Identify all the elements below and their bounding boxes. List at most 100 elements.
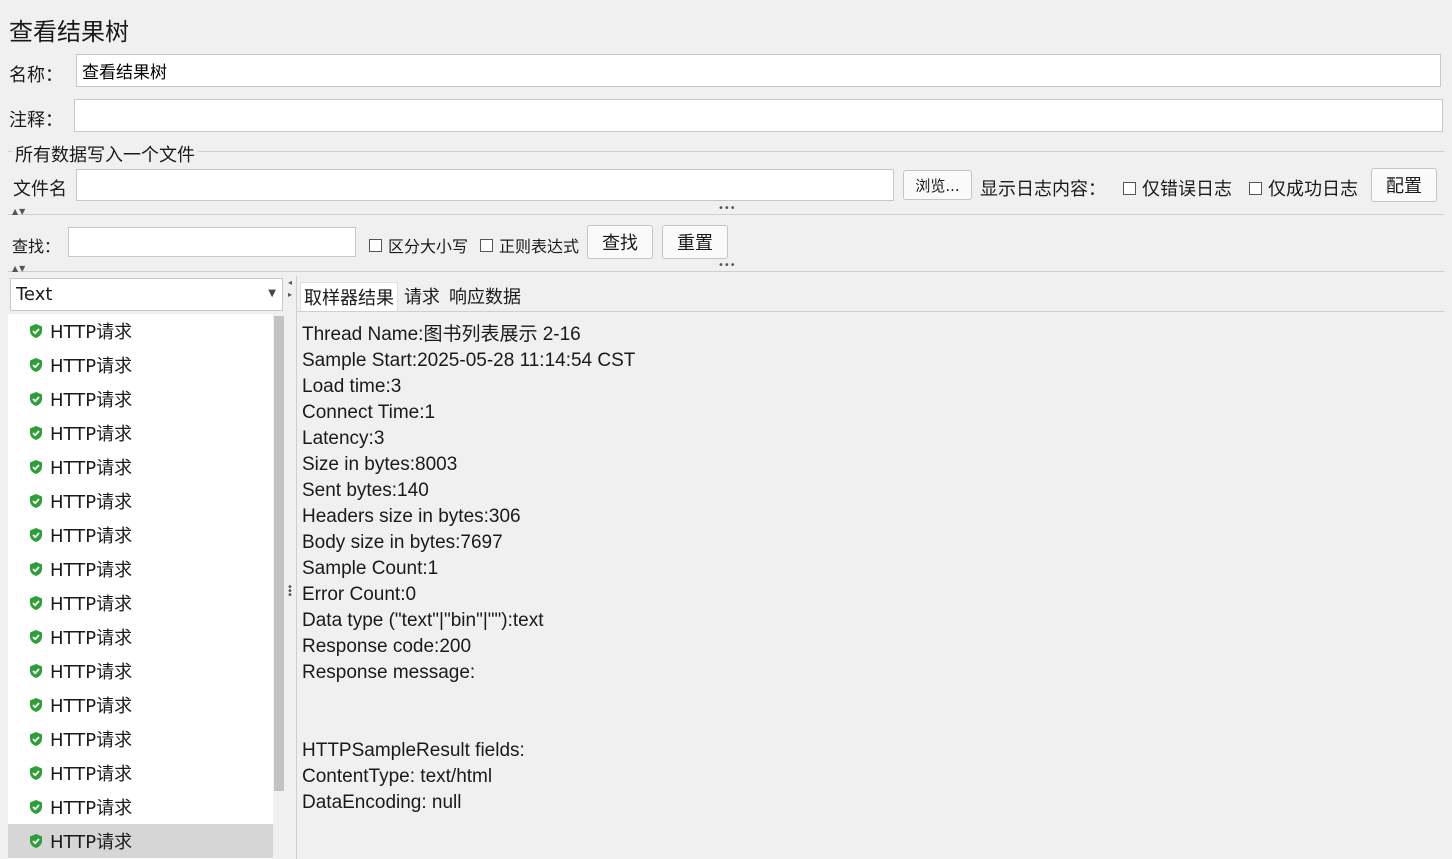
tree-item[interactable]: HTTP请求 xyxy=(8,416,273,450)
tree-item-label: HTTP请求 xyxy=(50,832,133,853)
errors-only-checkbox[interactable]: 仅错误日志 xyxy=(1123,175,1232,201)
tree-item[interactable]: HTTP请求 xyxy=(8,314,273,348)
page-title: 查看结果树 xyxy=(9,18,129,46)
green-shield-check-icon xyxy=(30,732,42,746)
splitter-grip-icon[interactable]: ••• xyxy=(287,583,293,601)
tree-item-label: HTTP请求 xyxy=(50,798,133,819)
tree-item[interactable]: HTTP请求 xyxy=(8,756,273,790)
splitter-middle[interactable]: ▲▼ ••• xyxy=(8,260,1444,275)
tree-item-label: HTTP请求 xyxy=(50,730,133,751)
result-line: Connect Time:1 xyxy=(302,402,436,423)
result-line: Sample Start:2025-05-28 11:14:54 CST xyxy=(302,350,636,371)
green-shield-check-icon xyxy=(30,528,42,542)
tree-item[interactable]: HTTP请求 xyxy=(8,824,273,858)
splitter-line xyxy=(8,271,1444,272)
log-content-label: 显示日志内容： xyxy=(980,179,1106,200)
tree-item-label: HTTP请求 xyxy=(50,356,133,377)
checkbox-box[interactable] xyxy=(480,238,493,252)
tree-item[interactable]: HTTP请求 xyxy=(8,518,273,552)
comment-label: 注释： xyxy=(9,110,63,131)
result-line: Error Count:0 xyxy=(302,584,417,605)
reset-button[interactable]: 重置 xyxy=(662,225,728,259)
green-shield-check-icon xyxy=(30,494,42,508)
tree-item[interactable]: HTTP请求 xyxy=(8,722,273,756)
renderer-selected-value: Text xyxy=(16,284,53,305)
comment-input[interactable] xyxy=(74,99,1443,132)
tree-item-label: HTTP请求 xyxy=(50,628,133,649)
tree-scrollbar[interactable] xyxy=(273,314,286,859)
tree-item-label: HTTP请求 xyxy=(50,560,133,581)
splitter-grip-icon[interactable]: ••• xyxy=(718,203,736,214)
green-shield-check-icon xyxy=(30,834,42,848)
splitter-grip-icon[interactable]: ••• xyxy=(718,260,736,271)
chevron-down-icon[interactable]: ▼ xyxy=(268,288,276,299)
config-button[interactable]: 配置 xyxy=(1371,168,1437,202)
regex-checkbox[interactable]: 正则表达式 xyxy=(480,233,579,257)
collapse-left-icon[interactable]: ◂ xyxy=(288,278,292,287)
file-section-title: 所有数据写入一个文件 xyxy=(12,141,198,167)
browse-button[interactable]: 浏览... xyxy=(903,170,972,200)
filename-label: 文件名 xyxy=(13,179,67,200)
expand-right-icon[interactable]: ▸ xyxy=(288,290,292,299)
tab-2[interactable]: 响应数据 xyxy=(446,282,524,311)
tree-item[interactable]: HTTP请求 xyxy=(8,790,273,824)
search-input[interactable] xyxy=(68,227,356,257)
renderer-select[interactable]: Text ▼ xyxy=(10,278,283,311)
tree-item[interactable]: HTTP请求 xyxy=(8,552,273,586)
search-label: 查找： xyxy=(12,237,61,256)
tree-item-label: HTTP请求 xyxy=(50,390,133,411)
green-shield-check-icon xyxy=(30,358,42,372)
find-button[interactable]: 查找 xyxy=(587,225,653,259)
tree-item[interactable]: HTTP请求 xyxy=(8,620,273,654)
result-line xyxy=(302,712,635,738)
filename-input[interactable] xyxy=(76,169,894,201)
splitter-top[interactable]: ▲▼ ••• xyxy=(8,203,1444,218)
scrollbar-thumb[interactable] xyxy=(274,316,284,791)
tab-0[interactable]: 取样器结果 xyxy=(300,282,398,311)
green-shield-check-icon xyxy=(30,392,42,406)
green-shield-check-icon xyxy=(30,698,42,712)
success-only-label: 仅成功日志 xyxy=(1268,179,1358,200)
result-line: Sample Count:1 xyxy=(302,558,439,579)
tree-item[interactable]: HTTP请求 xyxy=(8,654,273,688)
tree-item[interactable]: HTTP请求 xyxy=(8,688,273,722)
tree-item[interactable]: HTTP请求 xyxy=(8,382,273,416)
result-line: Thread Name:图书列表展示 2-16 xyxy=(302,324,581,345)
sampler-result-text: Thread Name:图书列表展示 2-16 Sample Start:2025… xyxy=(302,322,635,816)
result-line: Headers size in bytes:306 xyxy=(302,506,521,527)
green-shield-check-icon xyxy=(30,596,42,610)
name-input[interactable] xyxy=(76,54,1441,87)
tab-1[interactable]: 请求 xyxy=(401,282,443,311)
tree-item-label: HTTP请求 xyxy=(50,594,133,615)
result-line: DataEncoding: null xyxy=(302,792,462,813)
checkbox-box[interactable] xyxy=(369,238,382,252)
results-tree[interactable]: HTTP请求 HTTP请求 HTTP请求 HTTP请求 HTTP请求 HTTP请… xyxy=(8,314,273,859)
tree-item[interactable]: HTTP请求 xyxy=(8,484,273,518)
tree-item-label: HTTP请求 xyxy=(50,322,133,343)
tree-item-label: HTTP请求 xyxy=(50,526,133,547)
green-shield-check-icon xyxy=(30,664,42,678)
tree-item-label: HTTP请求 xyxy=(50,424,133,445)
green-shield-check-icon xyxy=(30,324,42,338)
tab-underline xyxy=(296,311,1444,312)
splitter-arrows-icon[interactable]: ▲▼ xyxy=(12,207,26,216)
case-sensitive-checkbox[interactable]: 区分大小写 xyxy=(369,233,468,257)
vertical-splitter[interactable]: ◂ ▸ • • • xyxy=(286,276,297,859)
splitter-arrows-icon[interactable]: ▲▼ xyxy=(12,264,26,273)
green-shield-check-icon xyxy=(30,562,42,576)
success-only-checkbox[interactable]: 仅成功日志 xyxy=(1249,175,1358,201)
tree-item[interactable]: HTTP请求 xyxy=(8,450,273,484)
tree-item-label: HTTP请求 xyxy=(50,458,133,479)
result-line: Sent bytes:140 xyxy=(302,480,429,501)
result-line: HTTPSampleResult fields: xyxy=(302,740,525,761)
result-line: Size in bytes:8003 xyxy=(302,454,458,475)
green-shield-check-icon xyxy=(30,426,42,440)
result-line: Response message: xyxy=(302,662,476,683)
tree-item[interactable]: HTTP请求 xyxy=(8,586,273,620)
regex-label: 正则表达式 xyxy=(499,237,580,256)
result-line: Response code:200 xyxy=(302,636,472,657)
tree-item[interactable]: HTTP请求 xyxy=(8,348,273,382)
checkbox-box[interactable] xyxy=(1123,181,1136,195)
checkbox-box[interactable] xyxy=(1249,181,1262,195)
green-shield-check-icon xyxy=(30,630,42,644)
